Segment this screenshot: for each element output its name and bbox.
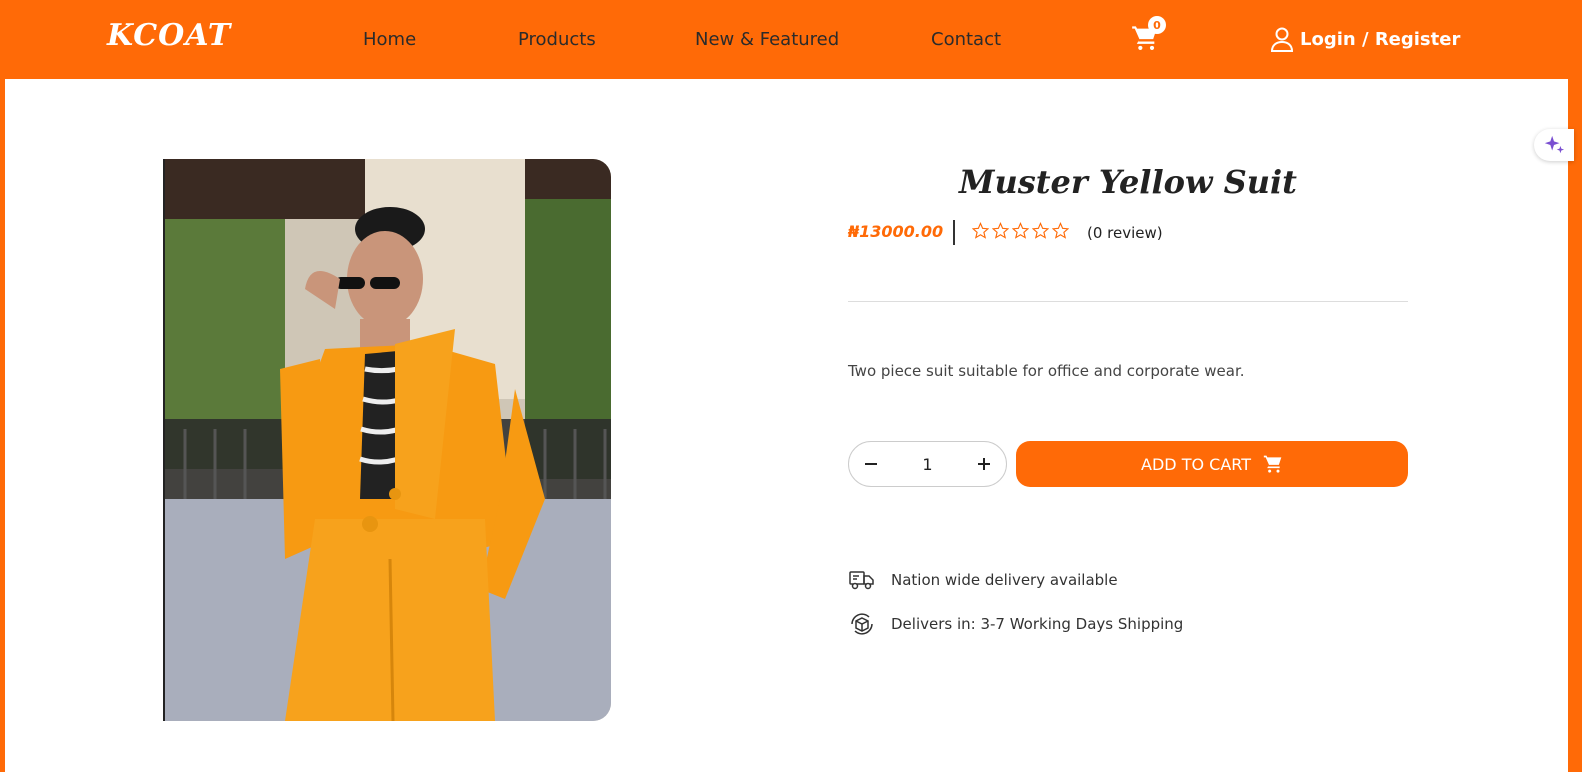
cart-count-badge: 0 (1148, 16, 1166, 34)
shipping-time-text: Delivers in: 3-7 Working Days Shipping (891, 615, 1184, 633)
product-description: Two piece suit suitable for office and c… (848, 362, 1245, 380)
shipping-time-feature: Delivers in: 3-7 Working Days Shipping (848, 610, 1183, 638)
navbar: KCOAT Home Products New & Featured Conta… (0, 0, 1568, 79)
login-register-link[interactable]: Login / Register (1270, 26, 1460, 52)
delivery-feature-text: Nation wide delivery available (891, 571, 1118, 589)
star-icon (972, 222, 989, 239)
add-to-cart-button[interactable]: ADD TO CART (1016, 441, 1408, 487)
product-image (163, 159, 611, 721)
price-divider (953, 220, 955, 245)
delivery-truck-icon (848, 566, 876, 594)
user-icon (1270, 27, 1294, 52)
star-icon (1052, 222, 1069, 239)
add-to-cart-label: ADD TO CART (1141, 454, 1251, 474)
minus-icon (865, 463, 877, 465)
cart-button[interactable]: 0 (1131, 16, 1166, 54)
nav-contact[interactable]: Contact (931, 29, 1001, 50)
review-count[interactable]: (0 review) (1087, 224, 1163, 242)
product-price: ₦13000.00 (848, 222, 944, 241)
decrease-quantity-button[interactable] (861, 454, 881, 474)
delivery-feature: Nation wide delivery available (848, 566, 1118, 594)
brand-logo[interactable]: KCOAT (107, 18, 231, 53)
star-icon (992, 222, 1009, 239)
star-icon (1012, 222, 1029, 239)
quantity-value[interactable]: 1 (922, 455, 932, 474)
plus-icon (978, 458, 990, 470)
nav-products[interactable]: Products (518, 29, 596, 50)
login-register-label: Login / Register (1300, 28, 1461, 50)
package-shipping-icon (848, 610, 876, 638)
sparkle-icon (1544, 135, 1565, 154)
nav-new-featured[interactable]: New & Featured (695, 29, 839, 50)
rating-stars[interactable] (972, 222, 1069, 239)
divider (848, 301, 1408, 302)
cart-icon (1263, 455, 1282, 473)
product-page: Muster Yellow Suit ₦13000.00 (0 review) … (5, 79, 1574, 772)
ai-assistant-button[interactable] (1534, 129, 1574, 161)
nav-home[interactable]: Home (363, 29, 416, 50)
star-icon (1032, 222, 1049, 239)
product-title: Muster Yellow Suit (959, 163, 1297, 201)
quantity-stepper: 1 (848, 441, 1007, 487)
increase-quantity-button[interactable] (974, 454, 994, 474)
